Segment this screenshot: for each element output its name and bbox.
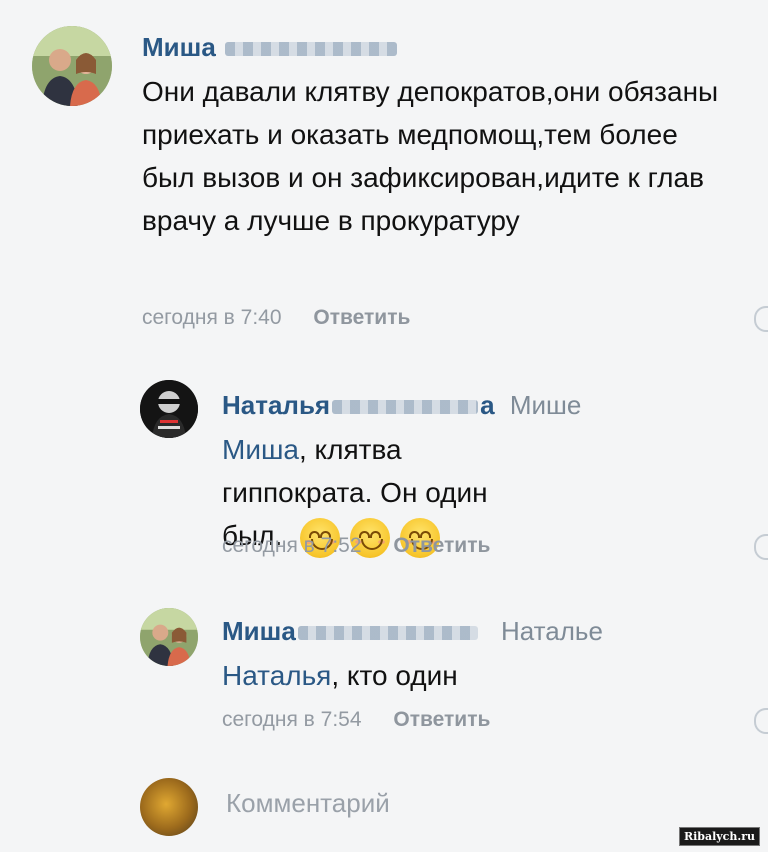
author-name[interactable]: Миша <box>222 616 296 646</box>
comment-text: , кто один <box>331 660 458 691</box>
current-user-avatar <box>140 778 198 836</box>
comment-3: Миша Наталье Наталья, кто один сегодня в… <box>0 0 768 740</box>
comment-input[interactable]: Комментарий <box>226 788 390 819</box>
reply-button[interactable]: Ответить <box>393 708 490 731</box>
comment-text-block: Наталья, кто один <box>222 654 458 697</box>
comment-timestamp: сегодня в 7:54 <box>222 708 362 731</box>
like-icon[interactable] <box>754 708 768 734</box>
reply-to-name[interactable]: Наталье <box>501 616 603 646</box>
redacted-surname <box>297 626 478 641</box>
mention-link[interactable]: Наталья <box>222 660 331 691</box>
watermark-logo: Ribalych.ru <box>678 827 760 846</box>
avatar[interactable] <box>140 608 198 666</box>
couple-photo-icon <box>140 608 198 666</box>
